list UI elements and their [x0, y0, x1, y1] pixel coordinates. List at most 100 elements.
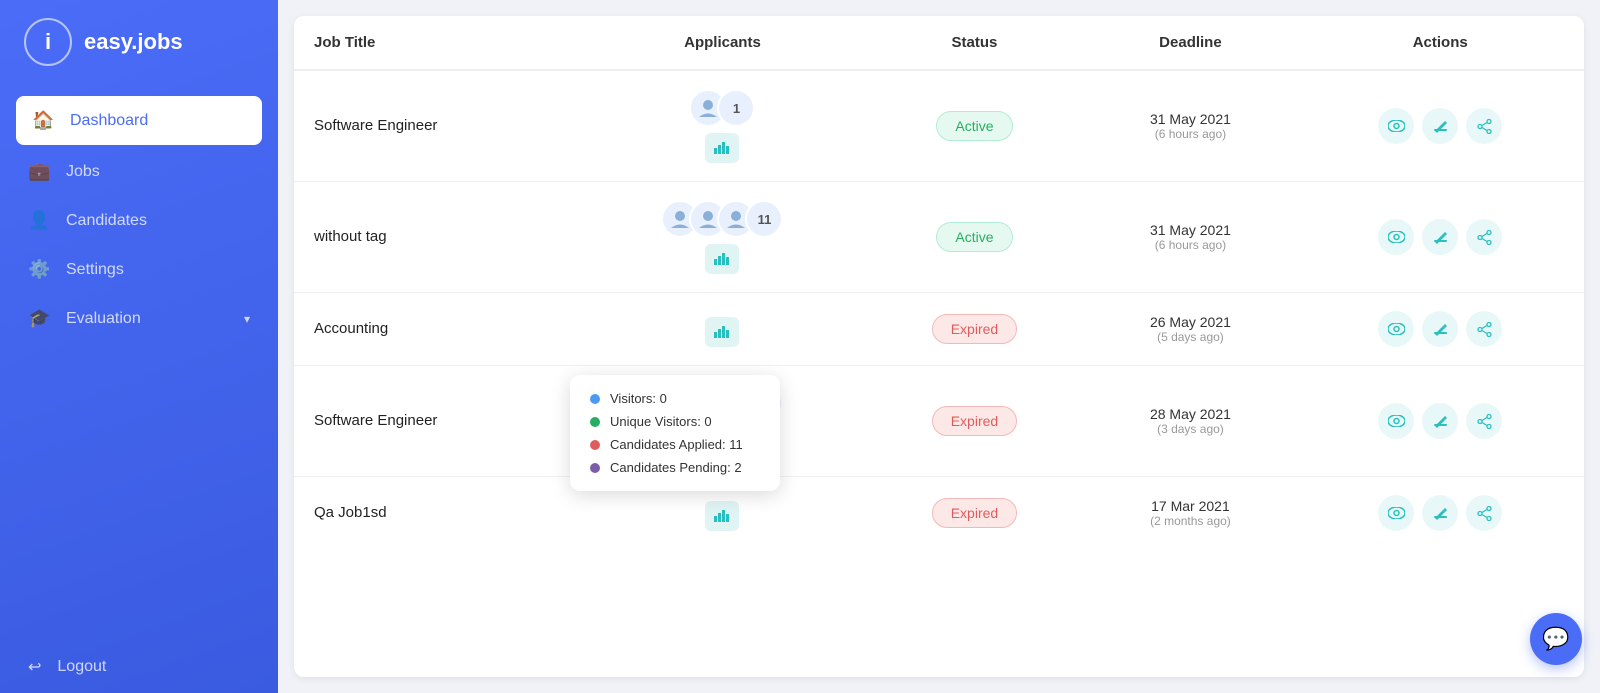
edit-button[interactable] [1422, 108, 1458, 144]
job-title-cell: Software Engineer [294, 366, 580, 477]
status-badge: Active [936, 222, 1012, 252]
job-title-cell: Accounting [294, 293, 580, 366]
table-header-row: Job Title Applicants Status Deadline Act… [294, 16, 1584, 70]
logo-text: easy.jobs [84, 29, 183, 55]
sidebar-item-dashboard[interactable]: 🏠 Dashboard [16, 96, 262, 145]
col-job-title: Job Title [294, 16, 580, 70]
status-badge: Expired [932, 314, 1017, 344]
edit-button[interactable] [1422, 311, 1458, 347]
deadline-cell: 17 Mar 2021 (2 months ago) [1084, 477, 1296, 550]
chat-button[interactable]: 💬 [1530, 613, 1582, 665]
applicants-cell: 11 [580, 182, 864, 293]
status-badge: Expired [932, 498, 1017, 528]
tooltip-unique-visitors: Unique Visitors: 0 [590, 414, 760, 429]
candidates-icon: 👤 [28, 210, 50, 231]
deadline-ago: (2 months ago) [1104, 514, 1276, 528]
table-row: Software Engineer 6 Expired 28 May 2021 … [294, 366, 1584, 477]
tooltip-candidates-pending-label: Candidates Pending: 2 [610, 460, 742, 475]
status-cell: Expired [864, 293, 1084, 366]
job-title-cell: Qa Job1sd [294, 477, 580, 550]
share-button[interactable] [1466, 403, 1502, 439]
deadline-ago: (5 days ago) [1104, 330, 1276, 344]
actions-cell [1296, 70, 1584, 182]
status-cell: Expired [864, 477, 1084, 550]
deadline-date: 31 May 2021 [1104, 222, 1276, 238]
dot-red [590, 440, 600, 450]
share-button[interactable] [1466, 219, 1502, 255]
col-deadline: Deadline [1084, 16, 1296, 70]
status-cell: Expired [864, 366, 1084, 477]
tooltip-unique-visitors-label: Unique Visitors: 0 [610, 414, 712, 429]
edit-button[interactable] [1422, 403, 1458, 439]
logo-area: i easy.jobs [0, 0, 278, 84]
applicants-cell [580, 293, 864, 366]
stats-button[interactable] [705, 133, 739, 163]
job-title: Software Engineer [314, 412, 437, 429]
table-row: Software Engineer 1 Active 31 May 2021 (… [294, 70, 1584, 182]
status-badge: Expired [932, 406, 1017, 436]
deadline-cell: 28 May 2021 (3 days ago) [1084, 366, 1296, 477]
actions-cell [1296, 293, 1584, 366]
deadline-cell: 26 May 2021 (5 days ago) [1084, 293, 1296, 366]
deadline-date: 28 May 2021 [1104, 406, 1276, 422]
view-button[interactable] [1378, 219, 1414, 255]
evaluation-icon: 🎓 [28, 308, 50, 329]
status-badge: Active [936, 111, 1012, 141]
logout-button[interactable]: ↩ Logout [0, 641, 278, 693]
applicant-count: 1 [717, 89, 755, 127]
logo-icon: i [24, 18, 72, 66]
jobs-table-container: Job Title Applicants Status Deadline Act… [294, 16, 1584, 677]
status-cell: Active [864, 182, 1084, 293]
home-icon: 🏠 [32, 110, 54, 131]
dot-green [590, 417, 600, 427]
tooltip-candidates-applied: Candidates Applied: 11 [590, 437, 760, 452]
sidebar-item-label: Settings [66, 261, 124, 279]
sidebar-item-jobs[interactable]: 💼 Jobs [0, 147, 278, 196]
applicants-tooltip: Visitors: 0 Unique Visitors: 0 Candidate… [570, 375, 780, 491]
deadline-date: 31 May 2021 [1104, 111, 1276, 127]
col-status: Status [864, 16, 1084, 70]
tooltip-visitors: Visitors: 0 [590, 391, 760, 406]
jobs-table: Job Title Applicants Status Deadline Act… [294, 16, 1584, 549]
deadline-ago: (6 hours ago) [1104, 238, 1276, 252]
stats-button[interactable] [705, 501, 739, 531]
deadline-ago: (3 days ago) [1104, 422, 1276, 436]
job-title: Qa Job1sd [314, 504, 387, 521]
chevron-down-icon: ▾ [244, 312, 250, 326]
applicant-count: 11 [745, 200, 783, 238]
col-actions: Actions [1296, 16, 1584, 70]
job-title: without tag [314, 228, 387, 245]
view-button[interactable] [1378, 311, 1414, 347]
view-button[interactable] [1378, 108, 1414, 144]
job-title-cell: without tag [294, 182, 580, 293]
deadline-date: 26 May 2021 [1104, 314, 1276, 330]
job-title: Accounting [314, 320, 388, 337]
sidebar-item-candidates[interactable]: 👤 Candidates [0, 196, 278, 245]
table-row: without tag 11 Active 31 May 2021 (6 hou… [294, 182, 1584, 293]
sidebar: i easy.jobs 🏠 Dashboard 💼 Jobs 👤 Candida… [0, 0, 278, 693]
dot-purple [590, 463, 600, 473]
view-button[interactable] [1378, 495, 1414, 531]
actions-cell [1296, 366, 1584, 477]
stats-button[interactable] [705, 244, 739, 274]
sidebar-item-label: Dashboard [70, 112, 148, 130]
sidebar-item-evaluation[interactable]: 🎓 Evaluation ▾ [0, 294, 278, 343]
sidebar-item-settings[interactable]: ⚙️ Settings [0, 245, 278, 294]
actions-cell [1296, 182, 1584, 293]
main-nav: 🏠 Dashboard 💼 Jobs 👤 Candidates ⚙️ Setti… [0, 84, 278, 641]
tooltip-candidates-pending: Candidates Pending: 2 [590, 460, 760, 475]
deadline-cell: 31 May 2021 (6 hours ago) [1084, 182, 1296, 293]
job-title-cell: Software Engineer [294, 70, 580, 182]
share-button[interactable] [1466, 495, 1502, 531]
sidebar-item-label: Candidates [66, 212, 147, 230]
main-content: Job Title Applicants Status Deadline Act… [278, 0, 1600, 693]
sidebar-item-label: Evaluation [66, 310, 141, 328]
edit-button[interactable] [1422, 495, 1458, 531]
share-button[interactable] [1466, 311, 1502, 347]
stats-button[interactable] [705, 317, 739, 347]
edit-button[interactable] [1422, 219, 1458, 255]
table-row: Accounting Expired 26 May 2021 (5 days a… [294, 293, 1584, 366]
view-button[interactable] [1378, 403, 1414, 439]
applicants-cell: 1 [580, 70, 864, 182]
share-button[interactable] [1466, 108, 1502, 144]
